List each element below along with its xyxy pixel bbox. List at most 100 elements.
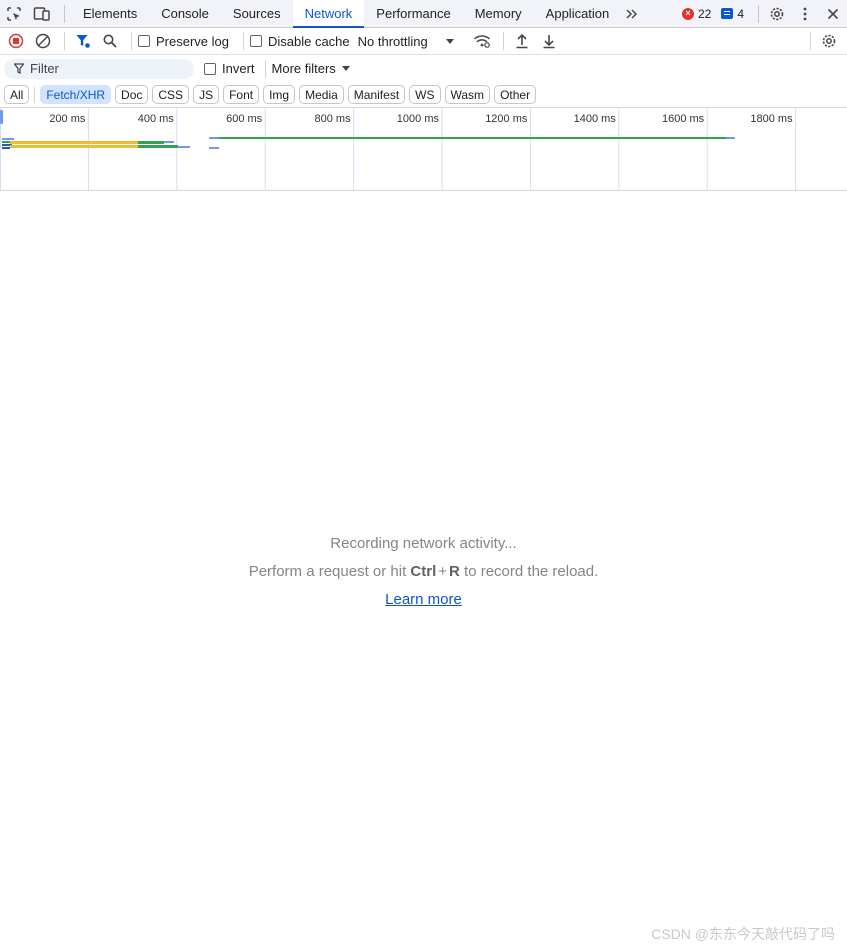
more-filters-dropdown[interactable]: More filters — [272, 61, 350, 76]
divider — [64, 4, 65, 23]
clear-icon[interactable] — [31, 29, 55, 53]
type-chip-js[interactable]: JS — [193, 85, 220, 104]
preserve-log-checkbox[interactable]: Preserve log — [138, 34, 229, 49]
watermark: CSDN @东东今天敲代码了吗 — [651, 926, 835, 942]
tab-performance[interactable]: Performance — [364, 0, 462, 28]
reload-hint-prefix: Perform a request or hit — [248, 563, 411, 580]
filter-funnel-icon[interactable] — [71, 29, 95, 53]
network-toolbar: Preserve log Disable cache No throttling — [0, 28, 847, 55]
message-counter[interactable]: 4 — [721, 7, 744, 21]
tick-label: 1200 ms — [485, 113, 528, 125]
type-chip-wasm[interactable]: Wasm — [444, 85, 491, 104]
message-icon — [721, 8, 734, 19]
request-bar — [2, 141, 10, 143]
divider — [242, 32, 244, 50]
type-chip-img[interactable]: Img — [263, 85, 296, 104]
type-chip-doc[interactable]: Doc — [115, 85, 149, 104]
request-bar — [178, 146, 190, 148]
filter-input[interactable]: Filter — [4, 58, 194, 79]
tick-label: 1800 ms — [750, 113, 793, 125]
tick-label: 200 ms — [49, 113, 86, 125]
divider — [758, 4, 759, 23]
recording-message: Recording network activity... — [330, 535, 517, 552]
kebab-menu-icon[interactable] — [791, 0, 819, 28]
disable-cache-label: Disable cache — [267, 33, 350, 49]
import-har-upload-icon[interactable] — [510, 29, 534, 53]
request-bar — [10, 141, 138, 144]
type-chip-ws[interactable]: WS — [409, 85, 441, 104]
error-icon: × — [681, 7, 694, 20]
device-toolbar-icon[interactable] — [28, 0, 56, 28]
filter-placeholder: Filter — [30, 61, 59, 76]
request-bar — [2, 147, 10, 149]
request-bar — [138, 145, 178, 148]
shortcut-plus: + — [438, 563, 448, 580]
learn-more-link[interactable]: Learn more — [0, 586, 847, 614]
tab-memory[interactable]: Memory — [463, 0, 534, 28]
type-chip-font[interactable]: Font — [223, 85, 260, 104]
filter-funnel-icon — [14, 63, 24, 74]
error-count: 22 — [697, 6, 712, 21]
stop-recording-icon[interactable] — [4, 29, 28, 53]
type-chip-all[interactable]: All — [4, 85, 30, 104]
throttling-select[interactable]: No throttling — [358, 34, 454, 49]
resource-type-filters: All Fetch/XHR Doc CSS JS Font Img Media … — [0, 82, 847, 107]
inspect-element-icon[interactable] — [0, 0, 28, 28]
chevron-down-icon — [341, 66, 350, 71]
shortcut-key-ctrl: Ctrl — [410, 563, 437, 580]
export-har-download-icon[interactable] — [537, 29, 561, 53]
devtools-tab-bar: Elements Console Sources Network Perform… — [0, 0, 847, 28]
tab-elements[interactable]: Elements — [71, 0, 149, 28]
request-bar — [726, 137, 735, 139]
invert-box[interactable] — [204, 62, 216, 75]
range-handle — [0, 110, 3, 124]
tab-sources[interactable]: Sources — [221, 0, 293, 28]
tab-network[interactable]: Network — [292, 0, 365, 28]
request-bar — [219, 137, 726, 139]
settings-gear-icon[interactable] — [763, 0, 791, 28]
message-count: 4 — [737, 6, 744, 21]
reload-hint: Perform a request or hit Ctrl + R to recor… — [0, 558, 847, 586]
request-bar — [2, 138, 14, 140]
tab-application[interactable]: Application — [534, 0, 622, 28]
type-chip-other[interactable]: Other — [494, 85, 537, 104]
close-icon[interactable] — [819, 0, 847, 28]
tick-label: 400 ms — [138, 113, 175, 125]
tick-label: 800 ms — [315, 113, 352, 125]
invert-checkbox[interactable]: Invert — [204, 61, 255, 76]
tick-label: 600 ms — [226, 113, 263, 125]
more-tabs-chevron-icon[interactable] — [621, 0, 643, 28]
divider — [64, 32, 65, 50]
disable-cache-checkbox[interactable]: Disable cache — [249, 33, 350, 49]
network-overview-timeline[interactable]: 200 ms 400 ms 600 ms 800 ms 1000 ms 1200 ms 14… — [0, 107, 847, 191]
empty-state: Recording network activity... Perform a … — [0, 530, 847, 614]
network-settings-gear-icon[interactable] — [817, 29, 841, 53]
request-bar — [164, 141, 174, 143]
overview-canvas: 200 ms 400 ms 600 ms 800 ms 1000 ms 1200 ms 14… — [0, 108, 797, 190]
network-conditions-wifi-icon[interactable] — [470, 29, 494, 53]
disable-cache-box[interactable] — [249, 35, 262, 47]
shortcut-key-r: R — [449, 563, 460, 580]
filter-bar: Filter Invert More filters — [0, 55, 847, 82]
more-filters-label: More filters — [271, 61, 336, 76]
preserve-log-box[interactable] — [138, 35, 150, 47]
divider — [810, 32, 811, 50]
error-counter[interactable]: × 22 — [681, 6, 712, 21]
type-chip-media[interactable]: Media — [299, 85, 344, 104]
divider — [502, 32, 504, 50]
search-icon[interactable] — [98, 29, 122, 53]
divider — [131, 32, 132, 50]
type-chip-css[interactable]: CSS — [152, 85, 190, 104]
type-chip-manifest[interactable]: Manifest — [347, 85, 406, 104]
divider — [34, 86, 36, 103]
type-chip-fetch-xhr[interactable]: Fetch/XHR — [40, 85, 112, 104]
chevron-down-icon — [445, 38, 454, 44]
reload-hint-suffix: to record the reload. — [459, 563, 599, 580]
tick-label: 1400 ms — [574, 113, 617, 125]
preserve-log-label: Preserve log — [156, 33, 229, 49]
request-bar — [209, 147, 219, 149]
request-bar — [10, 145, 138, 148]
divider — [264, 59, 266, 78]
throttling-value: No throttling — [357, 33, 428, 49]
tab-console[interactable]: Console — [149, 0, 221, 28]
